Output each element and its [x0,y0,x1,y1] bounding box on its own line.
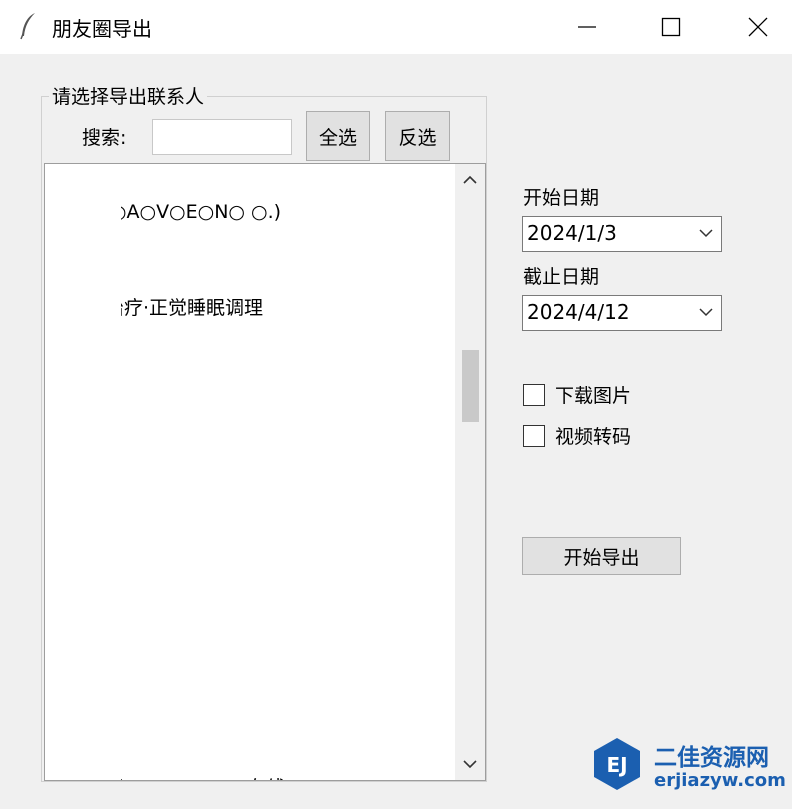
chevron-up-icon [463,175,477,184]
start-date-value: 2024/1/3 [527,221,617,245]
blurred-names-overlay [45,164,121,780]
contacts-scrollbar[interactable] [455,164,485,780]
close-button[interactable] [714,0,792,54]
search-label: 搜索: [82,127,127,149]
start-date-label: 开始日期 [523,187,600,209]
start-export-button[interactable]: 开始导出 [522,537,681,575]
checkbox-box[interactable] [523,383,545,406]
select-all-button[interactable]: 全选 [306,111,370,161]
minimize-button[interactable] [543,0,631,54]
start-date-select[interactable]: 2024/1/3 [522,216,722,252]
video-transcode-checkbox[interactable]: 视频转码 [523,422,631,449]
download-images-checkbox[interactable]: 下载图片 [523,381,631,408]
site-watermark: EJ 二佳资源网 erjiazyw.com [592,730,792,809]
contacts-group-legend: 请选择导出联系人 [49,85,208,109]
search-input[interactable] [152,119,292,155]
download-images-label: 下载图片 [555,385,632,407]
ej-logo-icon: EJ [594,738,640,790]
video-transcode-label: 视频转码 [555,426,632,448]
watermark-title: 二佳资源网 [654,745,769,771]
invert-select-button[interactable]: 反选 [385,111,450,161]
checkbox-box[interactable] [523,424,545,447]
close-icon [748,17,768,37]
scroll-up-button[interactable] [455,164,485,196]
maximize-button[interactable] [627,0,715,54]
svg-text:EJ: EJ [606,753,627,777]
watermark-url: erjiazyw.com [654,770,786,791]
feather-icon [18,12,40,40]
maximize-icon [661,17,681,37]
end-date-label: 截止日期 [523,266,600,288]
contacts-list[interactable]: 富o(H○E○A○V○E○N○ ○.)安安)n眠心理治疗·正觉睡眠调理洪老师)慧… [44,163,486,781]
scroll-down-button[interactable] [455,748,485,780]
scroll-thumb[interactable] [462,350,479,422]
title-bar: 朋友圈导出 [0,0,792,54]
window-title: 朋友圈导出 [52,17,152,41]
chevron-down-icon [699,229,713,238]
chevron-down-icon [699,308,713,317]
end-date-select[interactable]: 2024/4/12 [522,295,722,331]
minimize-icon [578,26,596,28]
chevron-down-icon [463,760,477,769]
end-date-value: 2024/4/12 [527,300,630,324]
